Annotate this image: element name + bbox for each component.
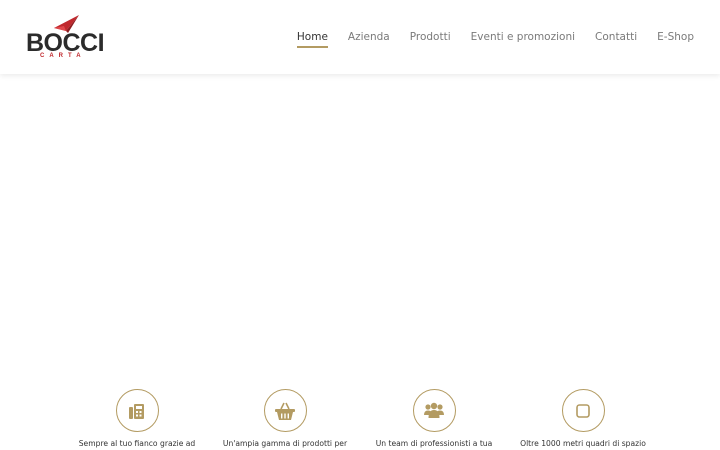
hero-area — [0, 74, 720, 374]
feature-icon-circle — [263, 389, 307, 432]
nav-azienda[interactable]: Azienda — [348, 30, 390, 48]
feature-products: Un'ampia gamma di prodotti per — [200, 389, 370, 448]
feature-team: Un team di professionisti a tua — [349, 389, 519, 448]
nav-eventi-promozioni[interactable]: Eventi e promozioni — [471, 30, 575, 48]
brand-subtitle: CARTA — [40, 53, 86, 59]
team-icon — [424, 402, 444, 418]
nav-home[interactable]: Home — [296, 30, 328, 48]
site-header: BOCCI CARTA Home Azienda Prodotti Eventi… — [0, 0, 720, 74]
basket-icon — [275, 402, 295, 420]
feature-text: Un'ampia gamma di prodotti per — [222, 439, 348, 448]
feature-icon-circle — [115, 389, 159, 432]
main-nav: Home Azienda Prodotti Eventi e promozion… — [296, 30, 694, 48]
fax-icon — [129, 403, 144, 419]
nav-contatti[interactable]: Contatti — [595, 30, 637, 48]
feature-icon-circle — [561, 389, 605, 432]
feature-support: Sempre al tuo fianco grazie ad — [52, 389, 222, 448]
feature-text: Oltre 1000 metri quadri di spazio — [520, 439, 646, 448]
brand-logo[interactable]: BOCCI CARTA — [24, 14, 105, 62]
features-row: Sempre al tuo fianco grazie ad Un'ampia … — [0, 389, 720, 450]
feature-text: Sempre al tuo fianco grazie ad — [78, 439, 196, 448]
feature-text: Un team di professionisti a tua — [375, 439, 493, 448]
nav-eshop[interactable]: E-Shop — [657, 30, 694, 48]
feature-space: Oltre 1000 metri quadri di spazio — [498, 389, 668, 448]
square-icon — [576, 403, 590, 418]
nav-prodotti[interactable]: Prodotti — [410, 30, 451, 48]
feature-icon-circle — [412, 389, 456, 432]
